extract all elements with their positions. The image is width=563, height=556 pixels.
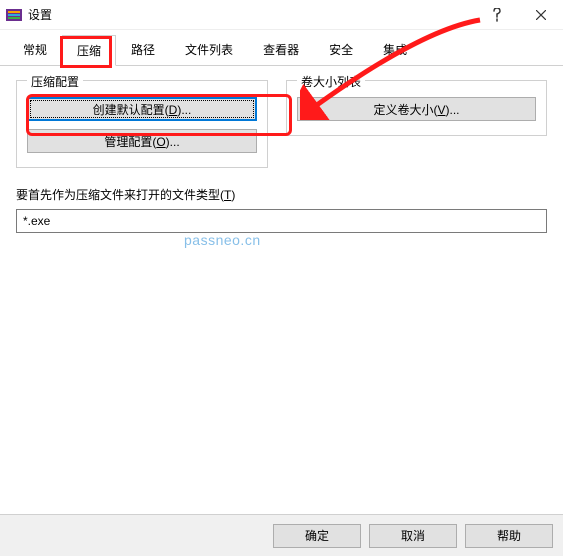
titlebar: 设置 [0,0,563,30]
ok-button[interactable]: 确定 [273,524,361,548]
group-compress-legend: 压缩配置 [27,73,83,90]
tab-path[interactable]: 路径 [116,34,170,65]
tab-bar: 常规 压缩 路径 文件列表 查看器 安全 集成 [0,30,563,66]
tab-general[interactable]: 常规 [8,34,62,65]
app-icon [6,7,22,23]
filetype-label: 要首先作为压缩文件来打开的文件类型(T) [16,186,547,203]
help-button[interactable] [475,0,519,30]
tab-compress[interactable]: 压缩 [62,35,116,66]
group-volume-list: 卷大小列表 定义卷大小(V)... [286,80,547,136]
dialog-footer: 确定 取消 帮助 [0,514,563,556]
window-title: 设置 [28,6,475,23]
help-footer-button[interactable]: 帮助 [465,524,553,548]
group-volume-legend: 卷大小列表 [297,73,365,90]
close-button[interactable] [519,0,563,30]
group-compress-profile: 压缩配置 创建默认配置(D)... 管理配置(O)... [16,80,268,168]
tab-filelist[interactable]: 文件列表 [170,34,248,65]
filetype-input[interactable] [16,209,547,233]
tab-viewer[interactable]: 查看器 [248,34,314,65]
tab-content: 压缩配置 创建默认配置(D)... 管理配置(O)... 卷大小列表 定义卷大小… [0,66,563,518]
tab-security[interactable]: 安全 [314,34,368,65]
define-volume-size-button[interactable]: 定义卷大小(V)... [297,97,536,121]
create-default-profile-button[interactable]: 创建默认配置(D)... [27,97,257,121]
cancel-button[interactable]: 取消 [369,524,457,548]
manage-profile-button[interactable]: 管理配置(O)... [27,129,257,153]
tab-integration[interactable]: 集成 [368,34,422,65]
